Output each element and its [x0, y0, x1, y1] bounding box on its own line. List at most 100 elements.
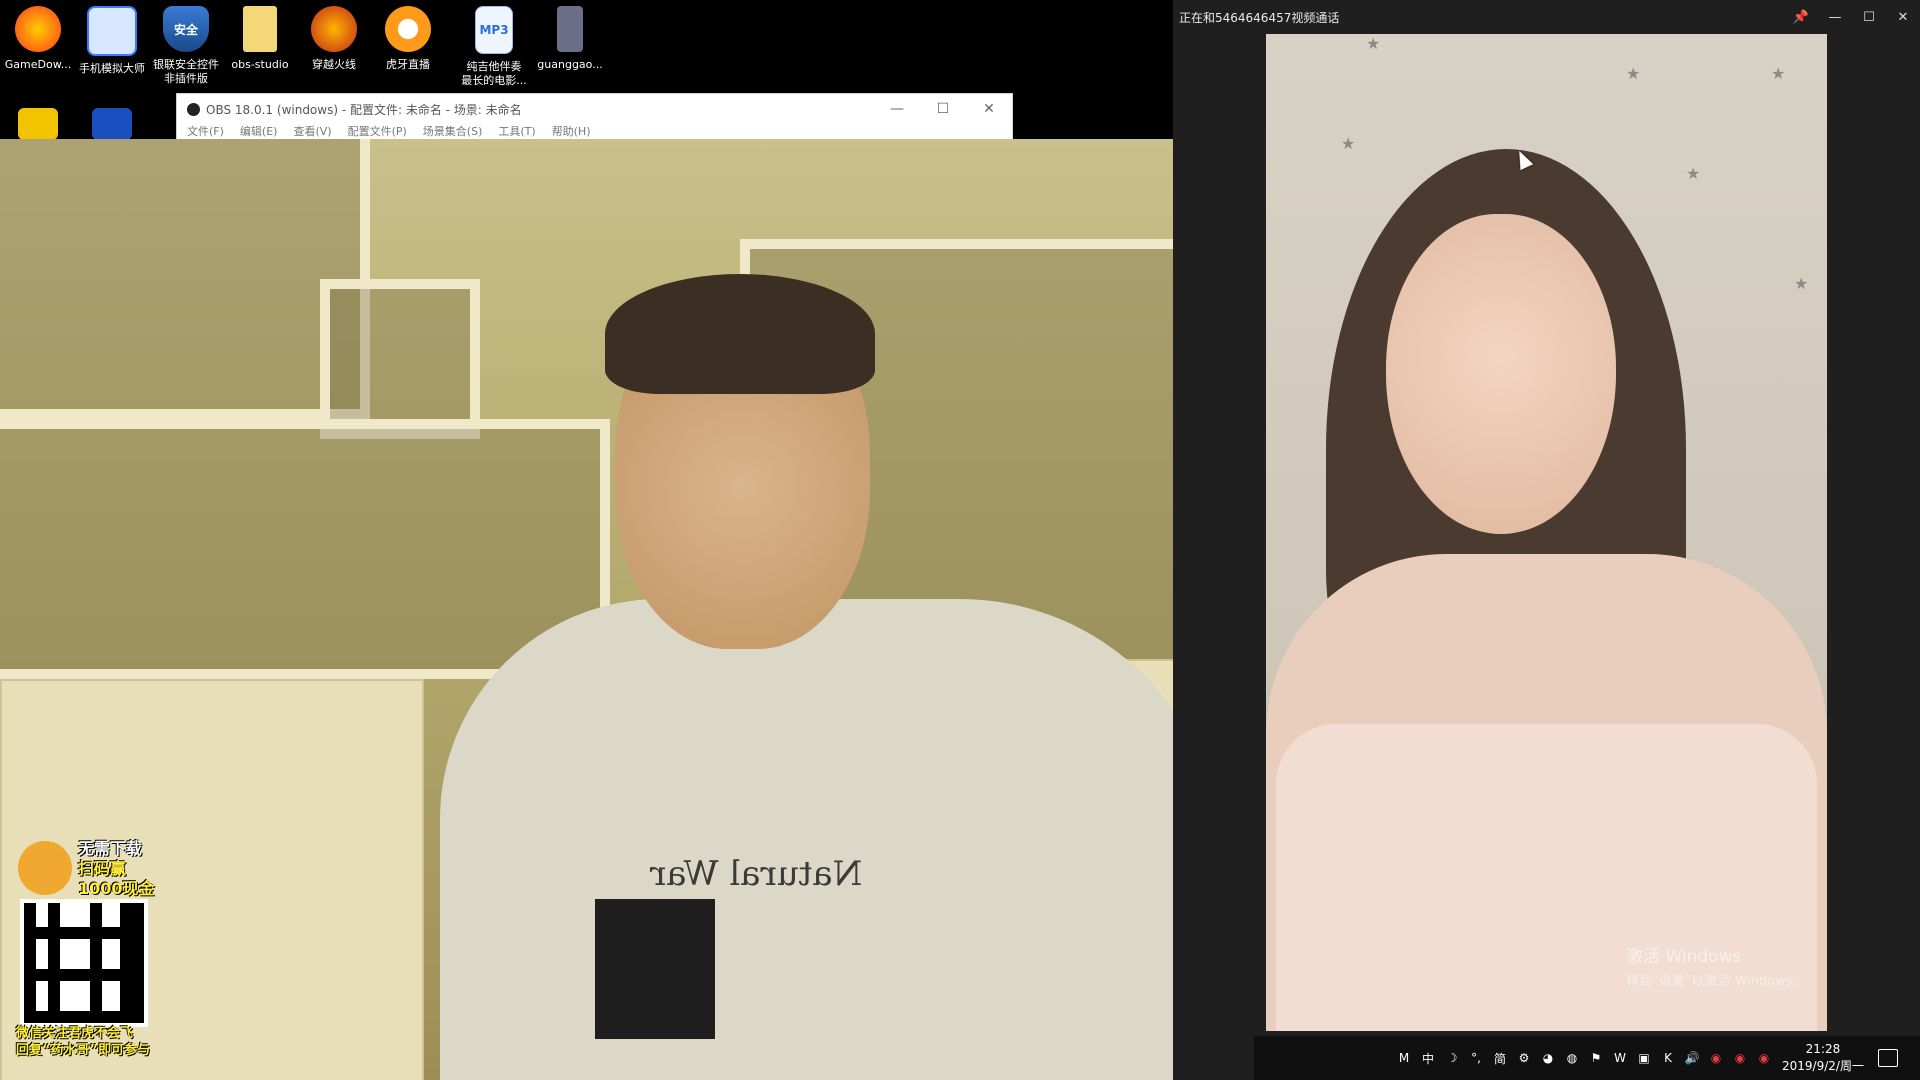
clock-time: 21:28	[1805, 1042, 1841, 1056]
tray-ime-m-icon[interactable]: M	[1396, 1050, 1412, 1066]
desktop-icon-label: GameDow...	[4, 58, 72, 71]
tray-simplified-icon[interactable]: 简	[1492, 1050, 1508, 1066]
mp3-file-icon: MP3	[475, 6, 513, 54]
tray-app-icon[interactable]: ◕	[1540, 1050, 1556, 1066]
mp3-badge-label: MP3	[479, 23, 509, 37]
system-tray: M 中 ☽ °, 简 ⚙ ◕ ◍ ⚑ W ▣ K 🔊 ◉ ◉ ◉	[1396, 1050, 1772, 1066]
curtain-star-icon: ★	[1794, 274, 1809, 293]
call-minimize-button[interactable]: —	[1818, 0, 1852, 34]
promo-line-2: 扫码赢	[78, 859, 127, 878]
menu-profile[interactable]: 配置文件(P)	[348, 124, 407, 140]
shirt-print: Natural War	[650, 854, 863, 894]
bookshelf-cubby	[320, 279, 480, 439]
activate-windows-watermark: 激活 Windows	[1626, 947, 1742, 967]
desktop-icon-unionpay[interactable]: 安全 银联安全控件 非插件版	[150, 6, 222, 86]
tray-app-icon[interactable]: ◍	[1564, 1050, 1580, 1066]
crossfire-icon	[311, 6, 357, 52]
qq-icon[interactable]	[18, 108, 58, 140]
qr-promo-overlay: 无需下载 扫码赢 1000现金 微信关注君虎不会飞 回复“药水哥”即可参与	[12, 839, 172, 1079]
call-maximize-button[interactable]: ☐	[1852, 0, 1886, 34]
desktop-icon-label: 手机模拟大师	[79, 62, 145, 75]
obs-minimize-button[interactable]: —	[874, 94, 920, 124]
app-icon[interactable]	[92, 108, 132, 140]
tray-app-icon[interactable]: ◉	[1732, 1050, 1748, 1066]
desktop-icon-obs-studio[interactable]: obs-studio	[224, 6, 296, 72]
desktop-icon-label: 纯吉他伴奏 最长的电影...	[461, 60, 527, 87]
shirt-pocket	[595, 899, 715, 1039]
obs-menubar: 文件(F) 编辑(E) 查看(V) 配置文件(P) 场景集合(S) 工具(T) …	[177, 124, 1012, 140]
tray-app-icon[interactable]: ◉	[1708, 1050, 1724, 1066]
desktop-icon-label: guanggao...	[537, 58, 603, 71]
pin-button[interactable]: 📌	[1784, 0, 1818, 34]
obs-window-controls: — ☐ ✕	[874, 94, 1012, 124]
desktop-icon-guanggao[interactable]: guanggao...	[534, 6, 606, 72]
obs-close-button[interactable]: ✕	[966, 94, 1012, 124]
menu-scene-collection[interactable]: 场景集合(S)	[423, 124, 483, 140]
gamedown-icon	[15, 6, 61, 52]
curtain-star-icon: ★	[1366, 34, 1381, 53]
streamer-hair	[605, 274, 875, 394]
notification-center-icon[interactable]	[1877, 1049, 1898, 1067]
call-title: 正在和5464646457视频通话	[1179, 10, 1340, 25]
promo-line-1: 无需下载	[78, 839, 143, 858]
menu-edit[interactable]: 编辑(E)	[240, 124, 278, 140]
obs-window: OBS 18.0.1 (windows) - 配置文件: 未命名 - 场景: 未…	[176, 93, 1013, 141]
phone-emulator-icon	[87, 6, 137, 56]
huya-icon	[385, 6, 431, 52]
tiger-mascot-icon	[18, 841, 72, 895]
desktop-icon-mp3[interactable]: MP3 纯吉他伴奏 最长的电影...	[458, 6, 530, 88]
promo-line-3: 1000现金	[78, 879, 155, 898]
tray-network-icon[interactable]: ▣	[1636, 1050, 1652, 1066]
taskbar: M 中 ☽ °, 简 ⚙ ◕ ◍ ⚑ W ▣ K 🔊 ◉ ◉ ◉ 21:28 2…	[1254, 1036, 1920, 1080]
caller-face	[1386, 214, 1616, 534]
desktop-icon-label: obs-studio	[231, 58, 289, 71]
menu-file[interactable]: 文件(F)	[187, 124, 224, 140]
tray-volume-icon[interactable]: 🔊	[1684, 1050, 1700, 1066]
menu-view[interactable]: 查看(V)	[293, 124, 331, 140]
qr-code	[20, 899, 148, 1027]
tray-app-icon[interactable]: ⚑	[1588, 1050, 1604, 1066]
video-call-window: 正在和5464646457视频通话 📌 — ☐ ✕ ★ ★ ★ ★ ★ ★ 激活…	[1173, 0, 1920, 1080]
promo-text: 无需下载 扫码赢 1000现金	[78, 839, 155, 899]
curtain-star-icon: ★	[1686, 164, 1701, 183]
streamer-shirt	[440, 599, 1220, 1080]
desktop-icon-gamedown[interactable]: GameDow...	[2, 6, 74, 72]
obs-logo-icon	[187, 102, 200, 116]
tray-k-icon[interactable]: K	[1660, 1050, 1676, 1066]
remote-video-feed: ★ ★ ★ ★ ★ ★ 激活 Windows 转到“设置”以激活 Windows…	[1266, 34, 1827, 1031]
curtain-star-icon: ★	[1626, 64, 1641, 83]
tray-chinese-input-icon[interactable]: 中	[1420, 1050, 1436, 1066]
tray-punctuation-icon[interactable]: °,	[1468, 1050, 1484, 1066]
desktop-icon-crossfire[interactable]: 穿越火线	[298, 6, 370, 72]
shield-badge-label: 安全	[173, 22, 198, 37]
desktop-icon-label: 穿越火线	[312, 58, 356, 71]
call-close-button[interactable]: ✕	[1886, 0, 1920, 34]
call-window-controls: 📌 — ☐ ✕	[1784, 0, 1920, 34]
qr-caption-line-1: 微信关注君虎不会飞	[16, 1026, 134, 1041]
tray-w-icon[interactable]: W	[1612, 1050, 1628, 1066]
desktop-icon-huya[interactable]: 虎牙直播	[372, 6, 444, 72]
streamer-video-feed: Natural War 无需下载 扫码赢 1000现金 微信关注君虎不会飞 回复…	[0, 139, 1254, 1080]
qr-caption: 微信关注君虎不会飞 回复“药水哥”即可参与	[16, 1025, 196, 1059]
tray-app-icon[interactable]: ◉	[1756, 1050, 1772, 1066]
curtain-star-icon: ★	[1341, 134, 1356, 153]
qr-caption-line-2: 回复“药水哥”即可参与	[16, 1043, 151, 1058]
clock-date: 2019/9/2/周一	[1782, 1059, 1864, 1073]
app-bottle-icon	[557, 6, 583, 52]
tray-moon-icon[interactable]: ☽	[1444, 1050, 1460, 1066]
desktop-icon-label: 虎牙直播	[386, 58, 430, 71]
menu-help[interactable]: 帮助(H)	[552, 124, 591, 140]
desktop-icon-label: 银联安全控件 非插件版	[153, 58, 219, 85]
folder-icon	[243, 6, 277, 52]
taskbar-clock[interactable]: 21:28 2019/9/2/周一	[1782, 1041, 1864, 1075]
desktop-icon-phone-emulator[interactable]: 手机模拟大师	[76, 6, 148, 76]
obs-title-text: OBS 18.0.1 (windows) - 配置文件: 未命名 - 场景: 未…	[206, 102, 522, 117]
unionpay-shield-icon: 安全	[163, 6, 209, 52]
obs-maximize-button[interactable]: ☐	[920, 94, 966, 124]
bookshelf	[0, 139, 370, 419]
tray-settings-icon[interactable]: ⚙	[1516, 1050, 1532, 1066]
curtain-star-icon: ★	[1771, 64, 1786, 83]
menu-tools[interactable]: 工具(T)	[498, 124, 535, 140]
lower-shelf	[0, 419, 610, 679]
activate-windows-subtext: 转到“设置”以激活 Windows。	[1626, 974, 1806, 989]
